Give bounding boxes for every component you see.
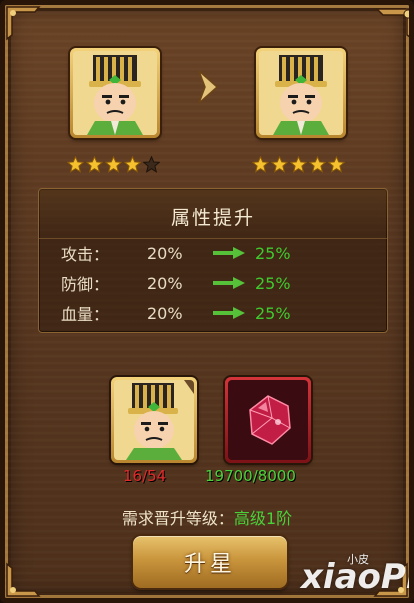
next-star-rating [252,156,345,173]
star-filled-icon [271,156,288,173]
star-empty-icon [143,156,160,173]
shard-count: 16/54 [123,467,167,485]
hero-shard-icon [114,380,194,460]
attribute-label: 攻击： [61,245,110,264]
requirement-value: 高级1阶 [233,509,293,528]
attribute-increase-panel: 属性提升 攻击： 20% 25% 防御： 20% 25% 血量： 20% 25% [38,188,388,333]
close-button[interactable] [375,5,409,43]
attribute-title: 属性提升 [170,207,255,229]
watermark-logo: xiaoPi 小皮 [301,553,409,598]
increase-arrow-icon [213,245,255,261]
attribute-label: 血量： [61,305,110,324]
corner-ornament-icon [5,5,45,45]
red-crystal-icon [228,380,308,460]
star-filled-icon [124,156,141,173]
crystal-count: 19700/8000 [205,467,296,485]
attribute-label: 防御： [61,275,110,294]
close-icon [375,8,409,38]
attribute-old-value: 20% [147,273,183,293]
star-filled-icon [290,156,307,173]
upgrade-requirement: 需求晋升等级：高级1阶 [5,505,409,529]
upgrade-star-button[interactable]: 升星 [133,536,287,588]
current-hero-portrait[interactable] [70,48,160,138]
next-hero-portrait[interactable] [256,48,346,138]
star-filled-icon [67,156,84,173]
star-filled-icon [252,156,269,173]
hero-avatar-icon [73,51,157,135]
star-filled-icon [328,156,345,173]
attribute-row-defense: 防御： 20% 25% [61,271,291,295]
attribute-row-attack: 攻击： 20% 25% [61,241,291,265]
attribute-row-hp: 血量： 20% 25% [61,301,291,325]
attribute-old-value: 20% [147,303,183,323]
attribute-new-value: 25% [255,243,291,263]
attribute-old-value: 20% [147,243,183,263]
star-filled-icon [86,156,103,173]
hero-shard-item[interactable] [111,377,197,463]
star-upgrade-panel: 属性提升 攻击： 20% 25% 防御： 20% 25% 血量： 20% 25% [0,0,414,603]
star-filled-icon [309,156,326,173]
star-filled-icon [105,156,122,173]
increase-arrow-icon [213,275,255,291]
attribute-new-value: 25% [255,303,291,323]
crystal-item[interactable] [225,377,311,463]
current-star-rating [67,156,160,173]
upgrade-arrow-icon [193,67,223,107]
corner-ornament-icon [5,558,45,598]
watermark-small-text: 小皮 [347,553,369,566]
requirement-label: 需求晋升等级： [121,509,234,528]
hero-avatar-icon [259,51,343,135]
attribute-new-value: 25% [255,273,291,293]
increase-arrow-icon [213,305,255,321]
